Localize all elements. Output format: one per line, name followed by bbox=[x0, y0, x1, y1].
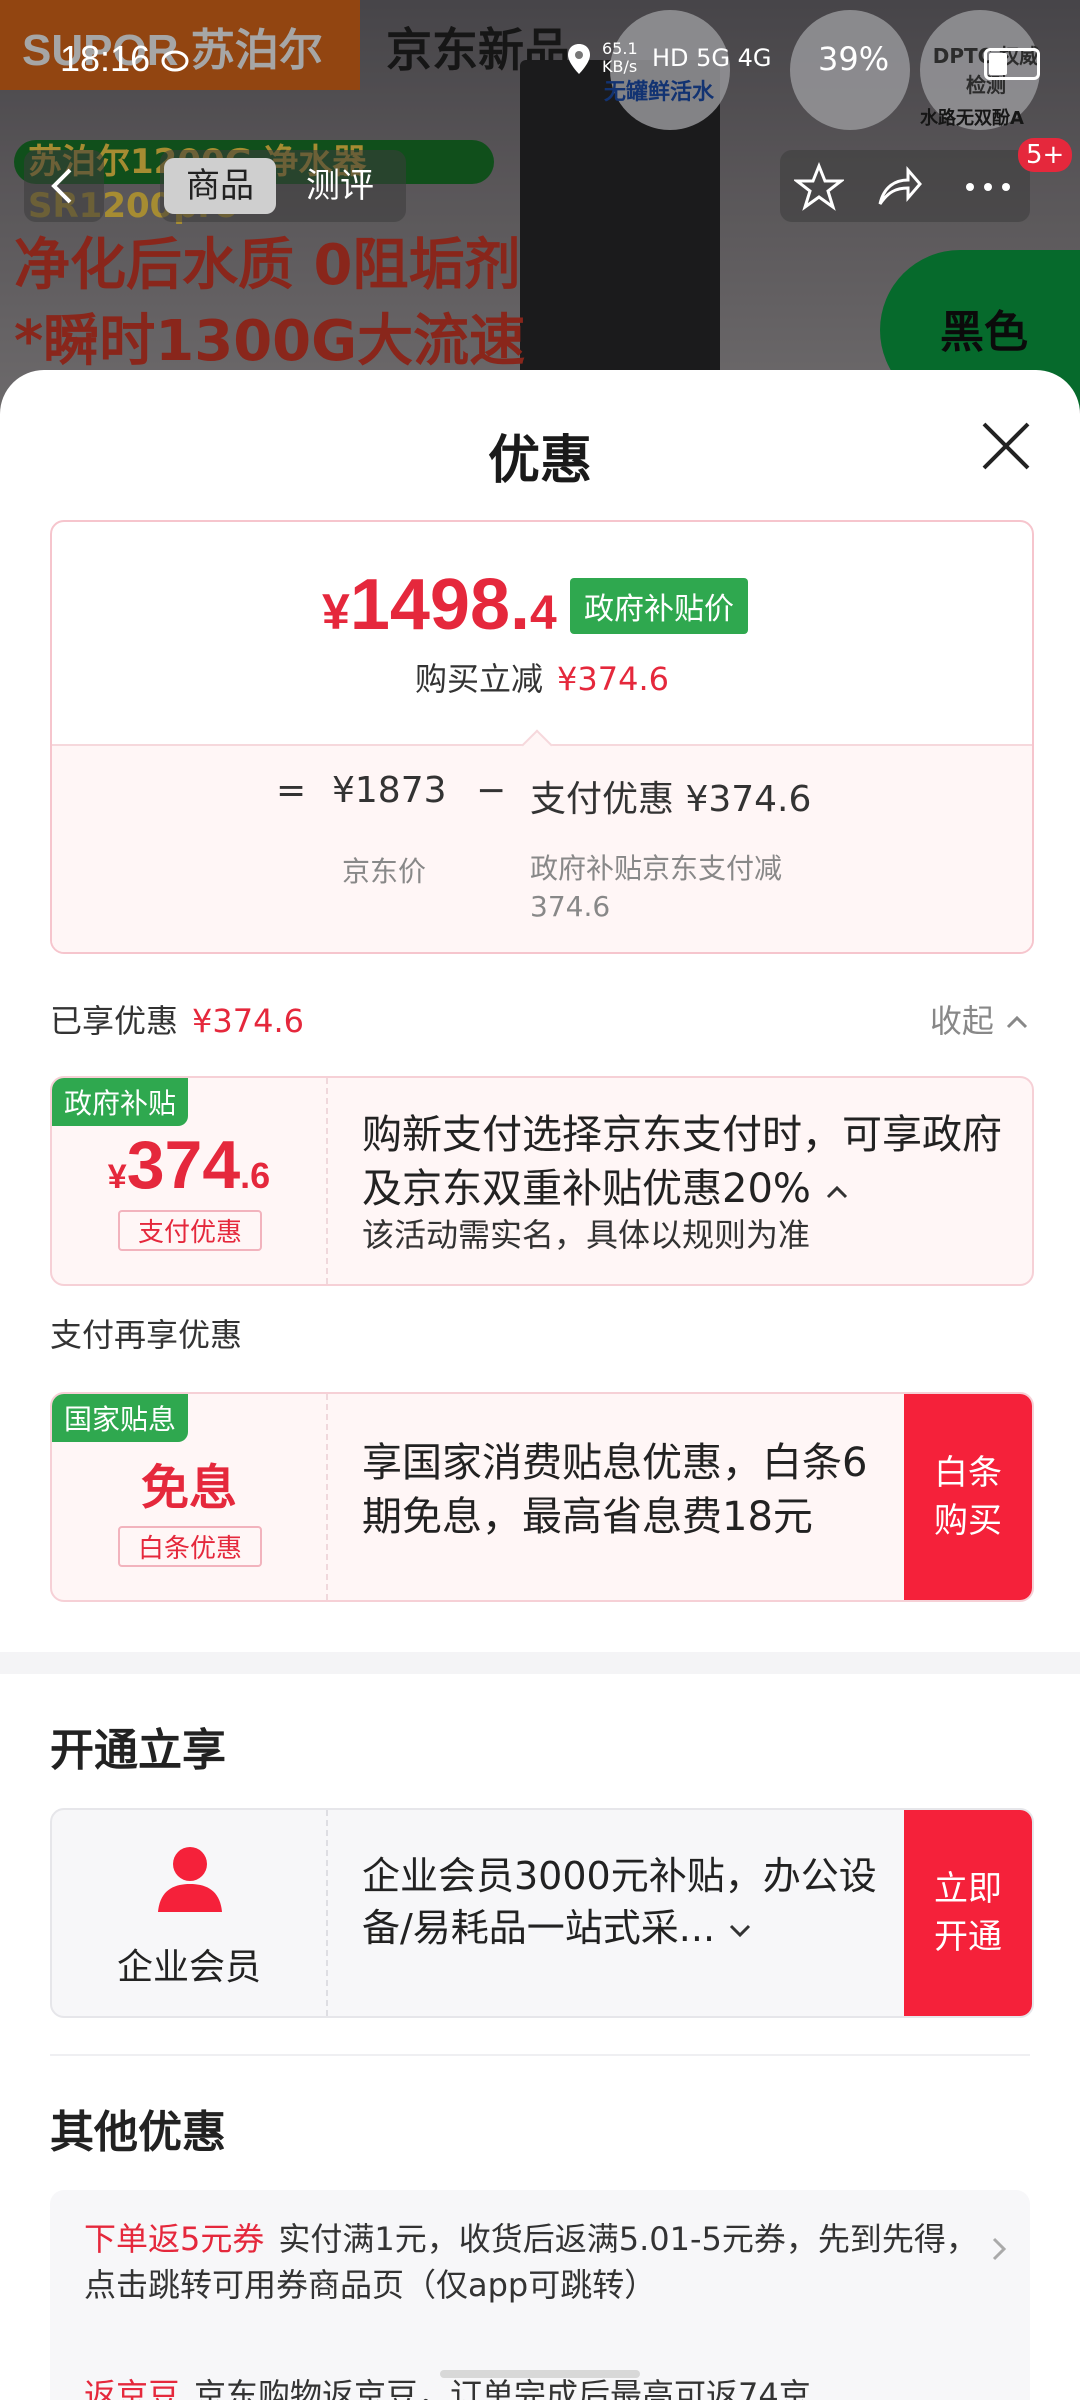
open-now-label: 立即开通 bbox=[934, 1869, 1002, 1957]
coupon-currency: ¥ bbox=[107, 1158, 127, 1196]
coupon-type: 支付优惠 bbox=[118, 1210, 262, 1251]
baitiao-discount-label: 白条优惠 bbox=[118, 1526, 262, 1567]
coupon-amount-dec: .6 bbox=[240, 1155, 271, 1196]
open-section-title: 开通立享 bbox=[50, 1725, 226, 1776]
other-section-title: 其他优惠 bbox=[50, 2107, 226, 2158]
price-summary: ¥1498.4 政府补贴价 购买立减 ¥374.6 bbox=[52, 522, 1032, 742]
member-label: 企业会员 bbox=[116, 1947, 261, 1988]
price-decimal: 4 bbox=[530, 587, 557, 640]
chevron-right-icon[interactable] bbox=[988, 2234, 1010, 2264]
divider bbox=[50, 2054, 1030, 2056]
formula-equals: = bbox=[276, 770, 307, 811]
chevron-up-icon bbox=[1006, 1015, 1028, 1029]
action-group bbox=[780, 150, 1030, 222]
jd-price-label: 京东价 bbox=[342, 855, 427, 888]
network-indicators: HD 5G 4G bbox=[652, 44, 772, 72]
reduce-amount: ¥374.6 bbox=[557, 660, 669, 698]
chevron-down-icon[interactable] bbox=[727, 1921, 753, 1941]
reduce-line: 购买立减 ¥374.6 bbox=[52, 654, 1032, 700]
tab-goods[interactable]: 商品 bbox=[164, 158, 276, 214]
gov-subsidy-coupon[interactable]: ¥374.6 支付优惠 政府补贴 购新支付选择京东支付时，可享政府及京东双重补贴… bbox=[50, 1076, 1034, 1286]
close-icon[interactable] bbox=[978, 418, 1034, 474]
status-bar: 18:16 65.1 KB/s HD 5G 4G 39% bbox=[0, 30, 1080, 94]
price-card: ¥1498.4 政府补贴价 购买立减 ¥374.6 = ¥1873 − 支付优惠 … bbox=[50, 520, 1034, 954]
final-price: ¥1498.4 bbox=[322, 564, 557, 646]
jd-bean-text: 京东购物返京豆，订单完成后最高可返74京 bbox=[194, 2376, 811, 2400]
pay-more-label: 支付再享优惠 bbox=[50, 1316, 243, 1354]
reduce-label: 购买立减 bbox=[415, 660, 544, 698]
battery-percent: 39% bbox=[818, 40, 890, 78]
chevron-up-icon[interactable] bbox=[824, 1182, 850, 1202]
collapse-label: 收起 bbox=[929, 1002, 994, 1040]
status-time: 18:16 bbox=[60, 38, 151, 79]
chevron-left-icon bbox=[51, 168, 72, 204]
enjoyed-amount: ¥374.6 bbox=[192, 1002, 304, 1040]
formula-minus: − bbox=[476, 770, 507, 811]
enjoyed-label: 已享优惠 bbox=[50, 1002, 179, 1040]
jd-bean-highlight: 返京豆 bbox=[84, 2376, 181, 2400]
location-icon bbox=[568, 44, 590, 74]
home-indicator[interactable] bbox=[440, 2370, 640, 2378]
price-integer: 1498. bbox=[349, 565, 530, 645]
star-icon[interactable] bbox=[794, 162, 844, 212]
interest-free-label: 免息 bbox=[140, 1460, 237, 1516]
national-coupon-description: 享国家消费贴息优惠，白条6期免息，最高省息费18元 bbox=[362, 1440, 868, 1540]
coupon-desc-text: 购新支付选择京东支付时，可享政府及京东双重补贴优惠20% bbox=[362, 1112, 1002, 1212]
member-left: 企业会员 bbox=[52, 1810, 328, 2016]
person-icon bbox=[158, 1847, 222, 1912]
section-separator bbox=[0, 1652, 1080, 1674]
enjoyed-row: 已享优惠 ¥374.6 收起 bbox=[50, 996, 1030, 1040]
more-icon[interactable] bbox=[960, 162, 1016, 212]
national-interest-coupon: 免息 白条优惠 国家贴息 享国家消费贴息优惠，白条6期免息，最高省息费18元 白… bbox=[50, 1392, 1034, 1602]
share-icon[interactable] bbox=[874, 162, 924, 212]
baitiao-buy-label: 白条购买 bbox=[934, 1453, 1002, 1541]
coupon-amount: ¥374.6 bbox=[52, 1126, 326, 1204]
jd-price: ¥1873 bbox=[332, 770, 447, 811]
open-now-button[interactable]: 立即开通 bbox=[904, 1810, 1032, 2016]
app-notification-icon bbox=[161, 50, 189, 72]
gov-subsidy-price-badge: 政府补贴价 bbox=[570, 578, 748, 634]
return-coupon-row[interactable]: 下单返5元券 实付满1元，收货后返满5.01-5元券，先到先得，点击跳转可用券商品… bbox=[84, 2216, 1004, 2308]
top-tabs: 商品 测评 bbox=[160, 150, 406, 222]
price-currency: ¥ bbox=[322, 584, 350, 640]
coupon-note: 该活动需实名，具体以规则为准 bbox=[362, 1216, 811, 1254]
battery-icon bbox=[984, 48, 1040, 80]
coupon-amount-int: 374 bbox=[126, 1127, 241, 1203]
cart-count-badge: 5+ bbox=[1018, 138, 1073, 172]
sheet-title: 优惠 bbox=[487, 431, 592, 491]
pay-discount: 支付优惠 ¥374.6 bbox=[530, 779, 812, 820]
baitiao-buy-button[interactable]: 白条购买 bbox=[904, 1394, 1032, 1600]
enterprise-member-card: 企业会员 企业会员3000元补贴，办公设备/易耗品一站式采... 立即开通 bbox=[50, 1808, 1034, 2018]
other-offers-box: 下单返5元券 实付满1元，收货后返满5.01-5元券，先到先得，点击跳转可用券商品… bbox=[50, 2190, 1030, 2400]
member-desc-text: 企业会员3000元补贴，办公设备/易耗品一站式采... bbox=[362, 1854, 877, 1950]
gov-subsidy-tag: 政府补贴 bbox=[52, 1078, 189, 1126]
net-speed: 65.1 KB/s bbox=[602, 39, 638, 76]
pay-discount-label: 政府补贴京东支付减374.6 bbox=[530, 852, 783, 923]
national-interest-tag: 国家贴息 bbox=[52, 1394, 189, 1442]
tab-review[interactable]: 测评 bbox=[284, 158, 396, 214]
collapse-button[interactable]: 收起 bbox=[930, 996, 1030, 1042]
return-coupon-highlight: 下单返5元券 bbox=[84, 2220, 265, 2258]
member-description[interactable]: 企业会员3000元补贴，办公设备/易耗品一站式采... bbox=[362, 1850, 882, 1954]
discount-sheet: 优惠 ¥1498.4 政府补贴价 购买立减 ¥374.6 = ¥1873 − 支付… bbox=[0, 370, 1080, 2400]
price-formula: = ¥1873 − 支付优惠 ¥374.6 京东价 政府补贴京东支付减374.6 bbox=[52, 744, 1032, 952]
coupon-description: 购新支付选择京东支付时，可享政府及京东双重补贴优惠20% bbox=[362, 1108, 1002, 1216]
back-button[interactable] bbox=[24, 150, 104, 222]
